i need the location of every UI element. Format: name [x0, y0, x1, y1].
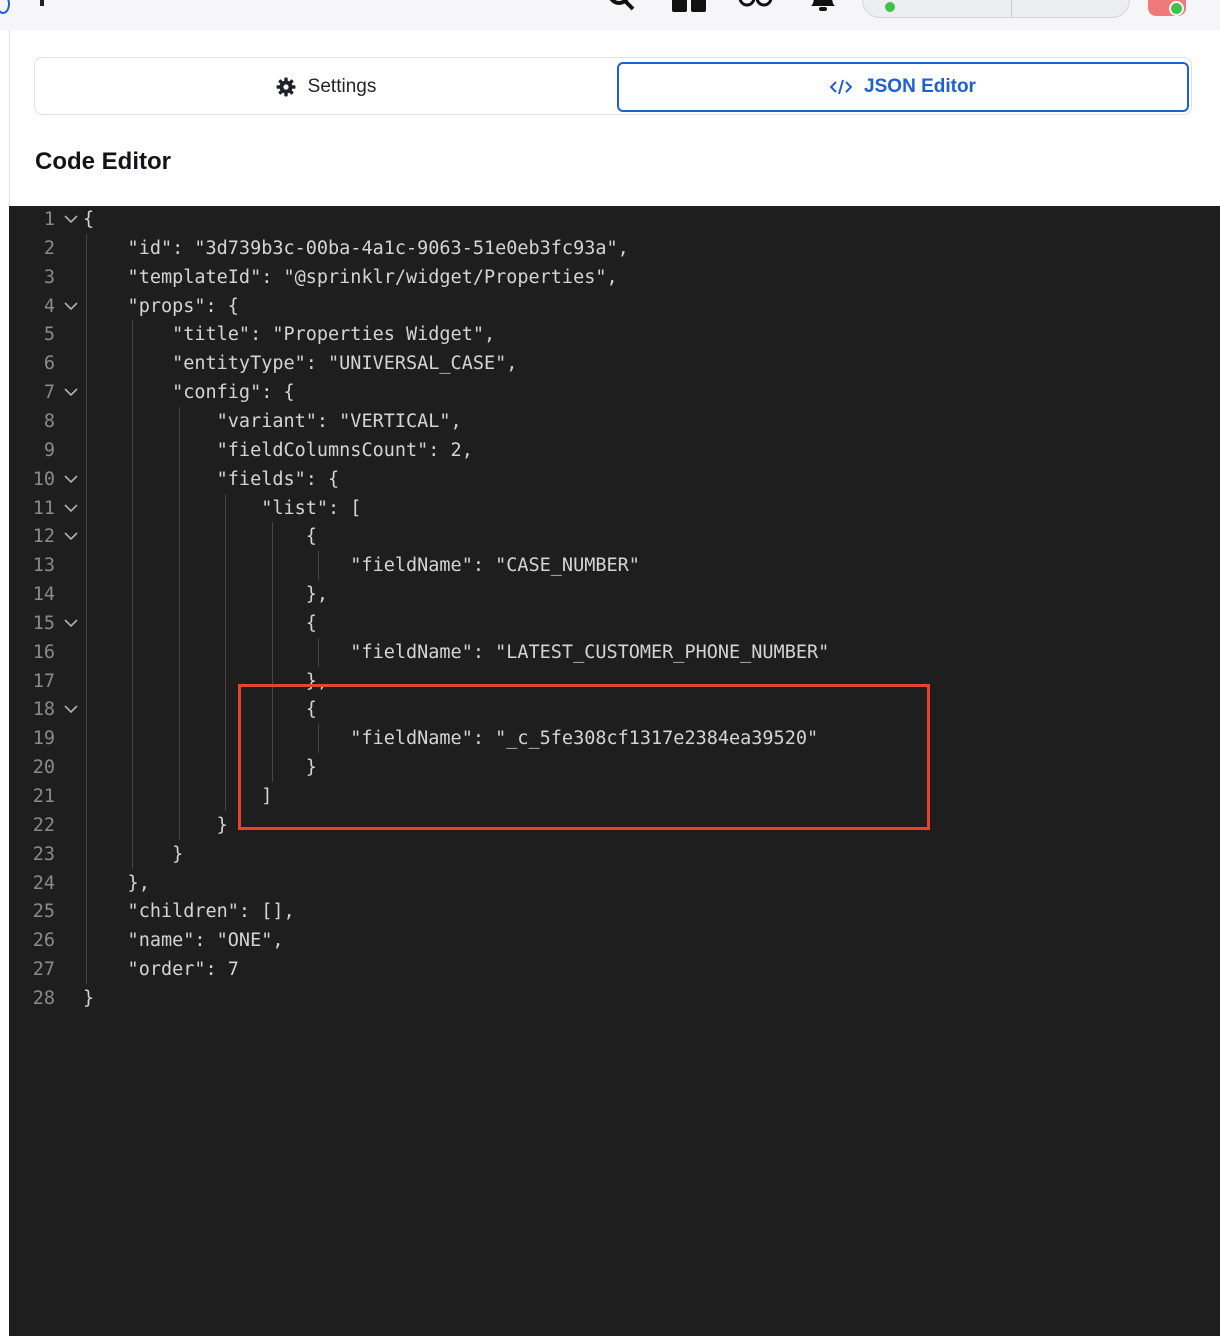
page-title: Code Editor: [35, 148, 171, 175]
code-line[interactable]: "children": [],: [83, 897, 295, 926]
fold-chevron-icon[interactable]: [63, 206, 79, 234]
line-number: 14: [32, 584, 55, 606]
editor-panel-header: Settings JSON Editor Code Editor: [10, 30, 1220, 206]
line-number: 22: [32, 814, 55, 836]
line-number: 1: [43, 209, 55, 230]
json-code-editor[interactable]: 1 2 3 4 5 6 7 8 9 10 11 12 13 14 15 16 17 18 19 20 21 22 23 24 2…: [9, 206, 1220, 1336]
editor-mode-tabs: Settings JSON Editor: [34, 57, 1192, 115]
line-number: 3: [43, 266, 55, 288]
code-line[interactable]: "entityType": "UNIVERSAL_CASE",: [83, 349, 517, 378]
search-icon[interactable]: [605, 0, 635, 12]
line-number: 6: [43, 353, 55, 375]
line-number: 28: [32, 987, 55, 1009]
line-number: 21: [32, 786, 55, 807]
fold-chevron-icon[interactable]: [63, 609, 79, 638]
code-line[interactable]: "list": [: [83, 494, 361, 523]
tab-json-editor[interactable]: JSON Editor: [617, 62, 1189, 112]
line-number: 8: [43, 410, 55, 432]
fold-chevron-icon[interactable]: [63, 292, 79, 321]
fold-chevron-icon[interactable]: [63, 695, 79, 724]
code-line[interactable]: {: [83, 522, 317, 551]
code-line[interactable]: "props": {: [83, 292, 239, 321]
apps-icon[interactable]: [672, 0, 706, 12]
line-number: 19: [32, 728, 55, 750]
menu-icon[interactable]: [40, 0, 44, 6]
code-line[interactable]: {: [83, 206, 94, 234]
code-line[interactable]: }: [83, 840, 183, 869]
line-number: 24: [32, 872, 55, 894]
online-status-dot: [885, 2, 895, 12]
code-line[interactable]: "templateId": "@sprinklr/widget/Properti…: [83, 263, 618, 292]
line-number: 20: [32, 757, 55, 779]
code-line[interactable]: "fieldName": "CASE_NUMBER": [83, 551, 640, 580]
avatar[interactable]: [1148, 0, 1186, 16]
code-line[interactable]: "title": "Properties Widget",: [83, 320, 495, 349]
call-status-pill[interactable]: [862, 0, 1130, 18]
line-number: 5: [43, 324, 55, 346]
bell-icon[interactable]: [808, 0, 838, 14]
line-number: 7: [43, 382, 55, 404]
line-number: 10: [32, 468, 55, 490]
line-number: 17: [32, 670, 55, 692]
fold-chevron-icon[interactable]: [63, 494, 79, 523]
code-line[interactable]: "id": "3d739b3c-00ba-4a1c-9063-51e0eb3fc…: [83, 234, 629, 263]
line-number: 27: [32, 959, 55, 981]
tab-json-editor-label: JSON Editor: [864, 76, 976, 97]
code-line[interactable]: "order": 7: [83, 955, 239, 984]
line-number: 26: [32, 930, 55, 952]
back-icon[interactable]: [0, 0, 10, 14]
code-line[interactable]: {: [83, 609, 317, 638]
line-number: 15: [32, 612, 55, 634]
code-icon: [829, 78, 853, 96]
line-number: 23: [32, 843, 55, 865]
code-line[interactable]: "name": "ONE",: [83, 926, 284, 955]
line-number-gutter: 1 2 3 4 5 6 7 8 9 10 11 12 13 14 15 16 17 18 19 20 21 22 23 24 2…: [9, 206, 79, 1336]
line-number: 16: [32, 641, 55, 663]
status-divider: [1011, 0, 1012, 17]
link-icon[interactable]: [738, 0, 774, 10]
line-number: 13: [32, 555, 55, 577]
line-number: 25: [32, 901, 55, 923]
fold-chevron-icon[interactable]: [63, 465, 79, 494]
top-app-bar: [0, 0, 1220, 31]
code-line[interactable]: },: [83, 580, 328, 609]
code-line[interactable]: }: [83, 811, 228, 840]
line-number: 12: [32, 526, 55, 548]
line-number: 11: [32, 497, 55, 519]
fold-chevron-icon[interactable]: [63, 378, 79, 407]
code-line[interactable]: "fields": {: [83, 465, 340, 494]
line-number: 9: [43, 439, 55, 461]
gear-icon: [276, 77, 296, 97]
fold-chevron-icon[interactable]: [63, 522, 79, 551]
code-line[interactable]: "fieldColumnsCount": 2,: [83, 436, 473, 465]
annotation-highlight-box: [238, 684, 930, 830]
tab-settings-label: Settings: [307, 76, 377, 97]
code-line[interactable]: }: [83, 984, 94, 1013]
code-line[interactable]: "fieldName": "LATEST_CUSTOMER_PHONE_NUMB…: [83, 638, 829, 667]
line-number: 18: [32, 699, 55, 721]
code-line[interactable]: "config": {: [83, 378, 295, 407]
line-number: 2: [43, 237, 55, 259]
tab-settings[interactable]: Settings: [39, 62, 613, 112]
code-line[interactable]: },: [83, 869, 150, 898]
line-number: 4: [43, 295, 55, 317]
code-line[interactable]: "variant": "VERTICAL",: [83, 407, 462, 436]
avatar-online-dot: [1169, 1, 1184, 16]
